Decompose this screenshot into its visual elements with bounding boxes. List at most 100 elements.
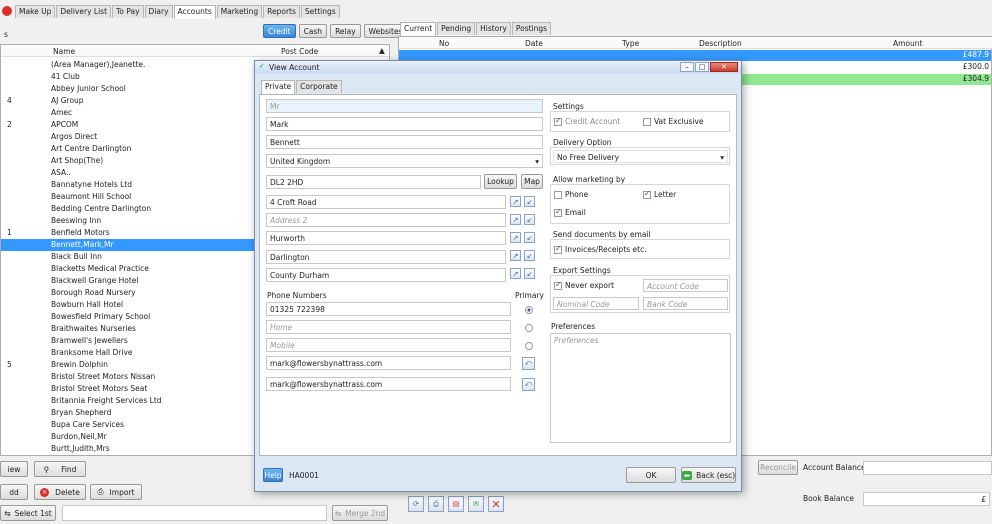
move-up-icon[interactable]: ↗ [510,232,521,243]
send-email-icon[interactable]: ⤺ [522,378,535,391]
move-up-icon[interactable]: ↗ [510,214,521,225]
delivery-option-select[interactable]: No Free Delivery ▾ [553,150,728,163]
phone-field[interactable]: 01325 722398 [266,302,511,316]
find-button[interactable]: ⚲ Find [34,461,86,477]
invoices-option[interactable]: Invoices/Receipts etc. [554,244,647,254]
help-button[interactable]: Help [263,468,283,482]
col-date[interactable]: Date [525,39,543,48]
reconcile-button[interactable]: Reconcile [758,460,798,475]
move-down-icon[interactable]: ↙ [524,214,535,225]
view-button[interactable]: iew [0,461,28,477]
pdf-icon[interactable]: ▤ [448,496,464,512]
tab-history[interactable]: History [476,22,511,35]
select-first-button[interactable]: ⇆ Select 1st [0,505,56,521]
primary-label: Primary [515,291,544,300]
print-icon[interactable]: ⎙ [428,496,444,512]
close-icon[interactable]: ✕ [710,62,738,72]
add-button[interactable]: dd [0,484,28,500]
delete-button[interactable]: ✕ Delete [34,484,86,500]
col-description[interactable]: Description [699,39,742,48]
map-button[interactable]: Map [521,174,543,189]
tab-marketing[interactable]: Marketing [216,5,263,18]
col-type[interactable]: Type [622,39,639,48]
col-name[interactable]: Name [53,47,75,56]
merge-second-button[interactable]: ⇆ Merge 2nd [332,505,388,521]
address1-field[interactable]: 4 Croft Road [266,195,506,209]
first-name-field[interactable]: Mark [266,117,543,131]
col-postcode[interactable]: Post Code [281,47,318,56]
check-icon: ✓ [259,62,265,70]
back-button[interactable]: ⬅ Back (esc) [681,467,736,483]
email-checkbox[interactable] [554,207,562,217]
maximize-icon[interactable]: □ [695,62,709,72]
letter-label: Letter [654,190,677,199]
last-name-field[interactable]: Bennett [266,135,543,149]
import-button[interactable]: ⎙ Import [90,484,142,500]
tab-private[interactable]: Private [261,80,296,94]
letter-option[interactable]: Letter [643,189,677,199]
home-field[interactable]: Home [266,320,511,334]
never-export-option[interactable]: Never export [554,280,614,290]
move-down-icon[interactable]: ↙ [524,196,535,207]
filter-relay-button[interactable]: Relay [330,24,361,38]
move-up-icon[interactable]: ↗ [510,250,521,261]
email1-field[interactable]: mark@flowersbynattrass.com [266,356,511,370]
tab-delivery-list[interactable]: Delivery List [56,5,112,18]
town-field[interactable]: Darlington [266,250,506,264]
preferences-field[interactable]: Preferences [550,333,731,443]
nominal-code-field[interactable]: Nominal Code [553,297,639,310]
tab-accounts[interactable]: Accounts [173,5,216,19]
filter-credit-button[interactable]: Credit [263,24,296,38]
delete-transaction-icon[interactable]: ✕ [488,496,504,512]
postcode-field[interactable]: DL2 2HD [266,175,481,189]
col-no[interactable]: No [439,39,449,48]
address3-field[interactable]: Hurworth [266,231,506,245]
account-code-field[interactable]: Account Code [643,279,728,292]
minimize-icon[interactable]: – [680,62,694,72]
move-up-icon[interactable]: ↗ [510,196,521,207]
primary-home-radio[interactable] [525,324,533,332]
address2-field[interactable]: Address 2 [266,213,506,227]
tab-to-pay[interactable]: To Pay [112,5,144,18]
email-option[interactable]: Email [554,207,586,217]
filter-cash-button[interactable]: Cash [298,24,328,38]
tab-settings[interactable]: Settings [300,5,340,18]
scroll-up-icon[interactable]: ▲ [379,46,385,55]
move-down-icon[interactable]: ↙ [524,250,535,261]
tab-diary[interactable]: Diary [144,5,173,18]
tab-pending[interactable]: Pending [437,22,476,35]
tab-make-up[interactable]: Make Up [15,5,56,18]
move-down-icon[interactable]: ↙ [524,268,535,279]
title-field[interactable]: Mr [266,99,543,113]
row-name: Brewin Dolphin [51,360,108,369]
primary-mobile-radio[interactable] [525,342,533,350]
credit-account-checkbox[interactable] [554,116,562,126]
vat-exclusive-option[interactable]: Vat Exclusive [643,117,704,126]
ok-button[interactable]: OK [626,467,676,483]
credit-account-option[interactable]: Credit Account [554,116,620,126]
col-amount[interactable]: Amount [893,39,922,48]
tab-reports[interactable]: Reports [263,5,300,18]
never-export-checkbox[interactable] [554,280,562,290]
tab-current[interactable]: Current [400,22,437,36]
select-first-field[interactable] [62,505,327,521]
tab-corporate[interactable]: Corporate [296,80,342,93]
email-icon[interactable]: ✉ [468,496,484,512]
letter-checkbox[interactable] [643,189,651,199]
phone-option[interactable]: Phone [554,190,588,199]
country-select[interactable]: United Kingdom ▾ [266,154,543,168]
county-field[interactable]: County Durham [266,268,506,282]
send-email-icon[interactable]: ⤺ [522,357,535,370]
move-up-icon[interactable]: ↗ [510,268,521,279]
tab-postings[interactable]: Postings [511,22,552,35]
mobile-field[interactable]: Mobile [266,338,511,352]
phone-checkbox[interactable] [554,191,562,199]
bank-code-field[interactable]: Bank Code [643,297,728,310]
invoices-checkbox[interactable] [554,244,562,254]
vat-exclusive-checkbox[interactable] [643,118,651,126]
primary-phone-radio[interactable] [525,306,533,314]
lookup-button[interactable]: Lookup [484,174,517,189]
move-down-icon[interactable]: ↙ [524,232,535,243]
refresh-icon[interactable]: ⟳ [408,496,424,512]
email2-field[interactable]: mark@flowersbynattrass.com [266,377,511,391]
